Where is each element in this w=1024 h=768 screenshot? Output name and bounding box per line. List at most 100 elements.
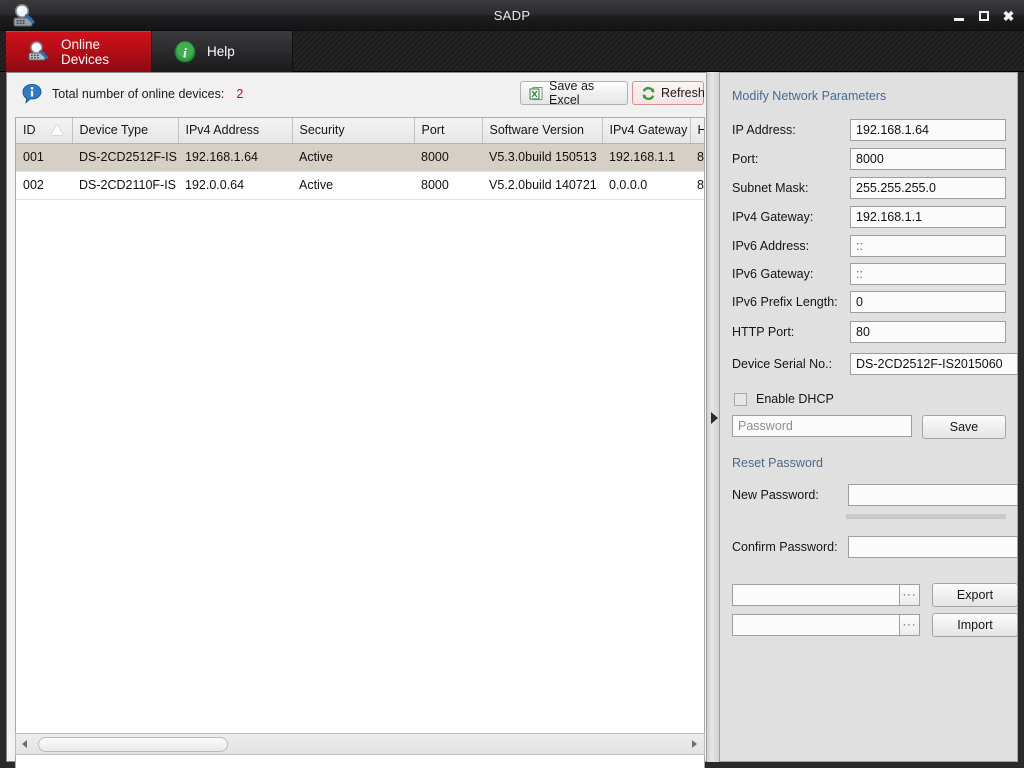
refresh-label: Refresh [661, 86, 705, 100]
column-header-software-version[interactable]: Software Version [482, 118, 602, 143]
table-header-row: ID Device Type IPv4 Address Security Por… [16, 118, 705, 143]
cell-software-version: V5.2.0build 140721 [482, 171, 602, 199]
export-button[interactable]: Export [932, 583, 1018, 607]
content-area: Total number of online devices: 2 Save a… [0, 72, 1024, 768]
tab-online-devices[interactable]: Online Devices [6, 31, 152, 72]
triangle-right-icon [692, 740, 697, 748]
enable-dhcp-row[interactable]: Enable DHCP [734, 392, 834, 406]
info-circle-icon: i [172, 39, 198, 65]
cell-port: 8000 [414, 171, 482, 199]
password-strength-bar [846, 514, 1006, 519]
scroll-left-button[interactable] [16, 734, 32, 754]
cell-ipv4-address: 192.0.0.64 [178, 171, 292, 199]
http-port-label: HTTP Port: [732, 321, 794, 343]
save-as-excel-button[interactable]: Save as Excel [520, 81, 628, 105]
http-port-input[interactable] [850, 321, 1006, 343]
subnet-mask-input[interactable] [850, 177, 1006, 199]
export-path-input[interactable] [732, 584, 900, 606]
tab-help-label: Help [207, 44, 235, 59]
ipv4-gateway-input[interactable] [850, 206, 1006, 228]
cell-device-type: DS-2CD2512F-IS [72, 143, 178, 171]
field-confirm-password: Confirm Password: [732, 536, 1018, 558]
enable-dhcp-checkbox[interactable] [734, 393, 747, 406]
import-button[interactable]: Import [932, 613, 1018, 637]
save-as-excel-label: Save as Excel [549, 79, 619, 107]
cell-port: 8000 [414, 143, 482, 171]
import-row: ··· Import [732, 614, 1018, 636]
ipv6-address-label: IPv6 Address: [732, 235, 809, 257]
table-row[interactable]: 002 DS-2CD2110F-IS 192.0.0.64 Active 800… [16, 171, 705, 199]
enable-dhcp-label: Enable DHCP [756, 392, 834, 406]
scrollbar-thumb[interactable] [38, 737, 228, 752]
subnet-mask-label: Subnet Mask: [732, 177, 808, 199]
excel-document-icon [529, 86, 544, 101]
field-port: Port: [732, 148, 1006, 170]
sadp-window: SADP ✖ [0, 0, 1024, 768]
column-header-device-type[interactable]: Device Type [72, 118, 178, 143]
ipv6-prefix-length-input[interactable] [850, 291, 1006, 313]
cell-ipv4-gateway: 192.168.1.1 [602, 143, 690, 171]
field-ipv4-gateway: IPv4 Gateway: [732, 206, 1006, 228]
field-ip-address: IP Address: [732, 119, 1006, 141]
refresh-circular-icon [641, 86, 656, 101]
close-icon[interactable]: ✖ [999, 7, 1018, 26]
port-label: Port: [732, 148, 758, 170]
field-new-password: New Password: [732, 484, 1018, 506]
device-serial-no-input[interactable] [850, 353, 1018, 375]
refresh-button[interactable]: Refresh [632, 81, 704, 105]
reset-password-title: Reset Password [732, 456, 823, 470]
import-path-input[interactable] [732, 614, 900, 636]
field-device-serial-no: Device Serial No.: [732, 353, 1018, 375]
title-bar: SADP ✖ [0, 0, 1024, 31]
column-header-id[interactable]: ID [16, 118, 72, 143]
import-browse-button[interactable]: ··· [900, 614, 920, 636]
minimize-icon[interactable] [949, 7, 968, 26]
svg-text:i: i [183, 46, 187, 61]
pane-splitter[interactable] [706, 72, 720, 762]
tab-online-devices-label: Online Devices [61, 37, 131, 67]
ipv6-gateway-label: IPv6 Gateway: [732, 263, 813, 285]
ip-address-input[interactable] [850, 119, 1006, 141]
confirm-password-input[interactable] [848, 536, 1018, 558]
password-input[interactable] [732, 415, 912, 437]
field-http-port: HTTP Port: [732, 321, 1006, 343]
field-ipv6-gateway: IPv6 Gateway: [732, 263, 1006, 285]
ipv6-address-input[interactable] [850, 235, 1006, 257]
device-serial-no-label: Device Serial No.: [732, 353, 832, 375]
export-browse-button[interactable]: ··· [900, 584, 920, 606]
window-controls: ✖ [949, 6, 1018, 26]
triangle-right-icon[interactable] [711, 412, 718, 424]
ipv6-gateway-input[interactable] [850, 263, 1006, 285]
save-button[interactable]: Save [922, 415, 1006, 439]
cell-ipv4-address: 192.168.1.64 [178, 143, 292, 171]
new-password-label: New Password: [732, 484, 819, 506]
ipv4-gateway-label: IPv4 Gateway: [732, 206, 813, 228]
export-row: ··· Export [732, 584, 1018, 606]
confirm-password-label: Confirm Password: [732, 536, 838, 558]
new-password-input[interactable] [848, 484, 1018, 506]
maximize-icon[interactable] [974, 7, 993, 26]
cell-security: Active [292, 171, 414, 199]
field-subnet-mask: Subnet Mask: [732, 177, 1006, 199]
column-header-ipv4-address[interactable]: IPv4 Address [178, 118, 292, 143]
cell-software-version: V5.3.0build 150513 [482, 143, 602, 171]
modify-parameters-pane: Modify Network Parameters IP Address: Po… [720, 72, 1018, 762]
cell-ipv4-gateway: 0.0.0.0 [602, 171, 690, 199]
port-input[interactable] [850, 148, 1006, 170]
tab-help[interactable]: i Help [152, 31, 293, 72]
table-row[interactable]: 001 DS-2CD2512F-IS 192.168.1.64 Active 8… [16, 143, 705, 171]
modify-network-parameters-title: Modify Network Parameters [732, 89, 886, 103]
column-header-http-port[interactable]: HTT [690, 118, 705, 143]
info-balloon-icon [21, 83, 43, 105]
ip-address-label: IP Address: [732, 119, 796, 141]
column-header-security[interactable]: Security [292, 118, 414, 143]
ipv6-prefix-length-label: IPv6 Prefix Length: [732, 291, 838, 313]
magnifier-device-icon [26, 39, 52, 65]
horizontal-scrollbar[interactable] [15, 733, 705, 755]
scroll-right-button[interactable] [686, 734, 702, 754]
cell-http-port: 80 [690, 171, 705, 199]
online-device-count-label: Total number of online devices: [52, 87, 224, 101]
column-header-port[interactable]: Port [414, 118, 482, 143]
cell-id: 002 [16, 171, 72, 199]
column-header-ipv4-gateway[interactable]: IPv4 Gateway [602, 118, 690, 143]
